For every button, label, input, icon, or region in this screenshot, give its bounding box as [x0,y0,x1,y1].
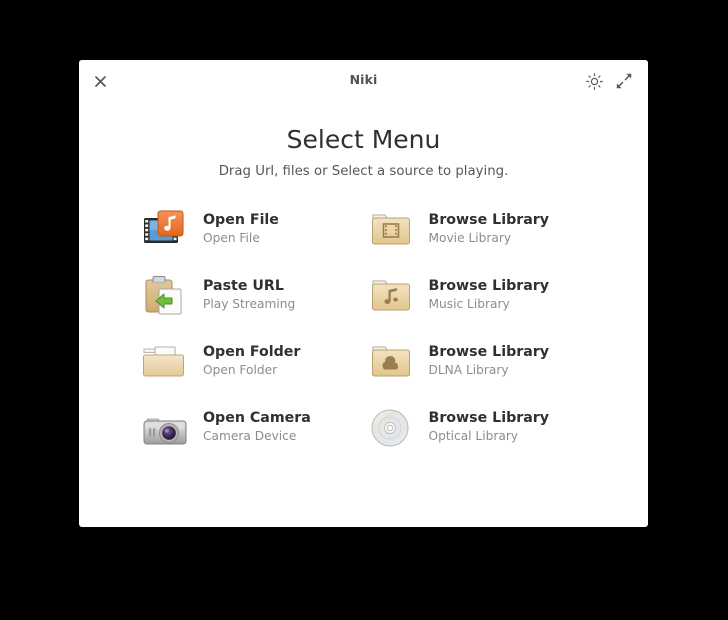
menu-item-subtitle: Open Folder [203,363,278,378]
menu-item-title: Browse Library [428,277,550,294]
page-subtitle: Drag Url, files or Select a source to pl… [218,163,509,179]
window-titlebar: Niki [79,60,648,102]
menu-item-subtitle: DLNA Library [428,363,509,378]
menu-item-subtitle: Open File [203,231,260,246]
folder-open-icon [141,338,189,386]
menu-item-subtitle: Optical Library [428,429,519,444]
menu-item-title: Open Camera [203,409,311,426]
screen: Niki Select Menu Drag Url, files or Sele… [0,0,728,620]
file-video-music-icon [141,206,189,254]
menu-item-text: Browse Library Music Library [429,278,550,314]
menu-item-title: Open File [203,211,279,228]
folder-music-icon [367,272,415,320]
menu-item-title: Open Folder [203,343,301,360]
optical-disc-icon [367,404,415,452]
menu-item-open-camera[interactable]: Open Camera Camera Device [141,395,367,461]
window-title: Niki [349,72,378,87]
menu-item-text: Open File Open File [203,212,279,248]
menu-item-movie-library[interactable]: Browse Library Movie Library [367,197,593,263]
camera-icon [141,404,189,452]
expand-icon[interactable] [612,69,636,93]
menu-item-optical-library[interactable]: Browse Library Optical Library [367,395,593,461]
menu-item-text: Paste URL Play Streaming [203,278,295,314]
niki-window: Niki Select Menu Drag Url, files or Sele… [79,60,648,527]
menu-item-subtitle: Camera Device [203,429,297,444]
menu-item-music-library[interactable]: Browse Library Music Library [367,263,593,329]
menu-item-text: Browse Library DLNA Library [429,344,550,380]
window-content: Select Menu Drag Url, files or Select a … [79,102,648,527]
folder-cloud-icon [367,338,415,386]
menu-item-subtitle: Movie Library [428,231,512,246]
menu-grid: Open File Open File Browse Library Movie… [79,197,648,461]
page-title: Select Menu [286,125,441,154]
menu-item-paste-url[interactable]: Paste URL Play Streaming [141,263,367,329]
menu-item-subtitle: Play Streaming [203,297,296,312]
menu-item-open-folder[interactable]: Open Folder Open Folder [141,329,367,395]
brightness-icon[interactable] [582,69,606,93]
menu-item-text: Browse Library Movie Library [429,212,550,248]
menu-item-text: Open Camera Camera Device [203,410,311,446]
menu-item-title: Paste URL [203,277,284,294]
menu-item-text: Open Folder Open Folder [203,344,300,380]
menu-item-title: Browse Library [428,409,550,426]
folder-movie-icon [367,206,415,254]
menu-item-open-file[interactable]: Open File Open File [141,197,367,263]
menu-item-text: Browse Library Optical Library [429,410,550,446]
menu-item-dlna-library[interactable]: Browse Library DLNA Library [367,329,593,395]
menu-item-title: Browse Library [428,211,550,228]
menu-item-subtitle: Music Library [428,297,510,312]
menu-item-title: Browse Library [428,343,550,360]
clipboard-paste-icon [141,272,189,320]
